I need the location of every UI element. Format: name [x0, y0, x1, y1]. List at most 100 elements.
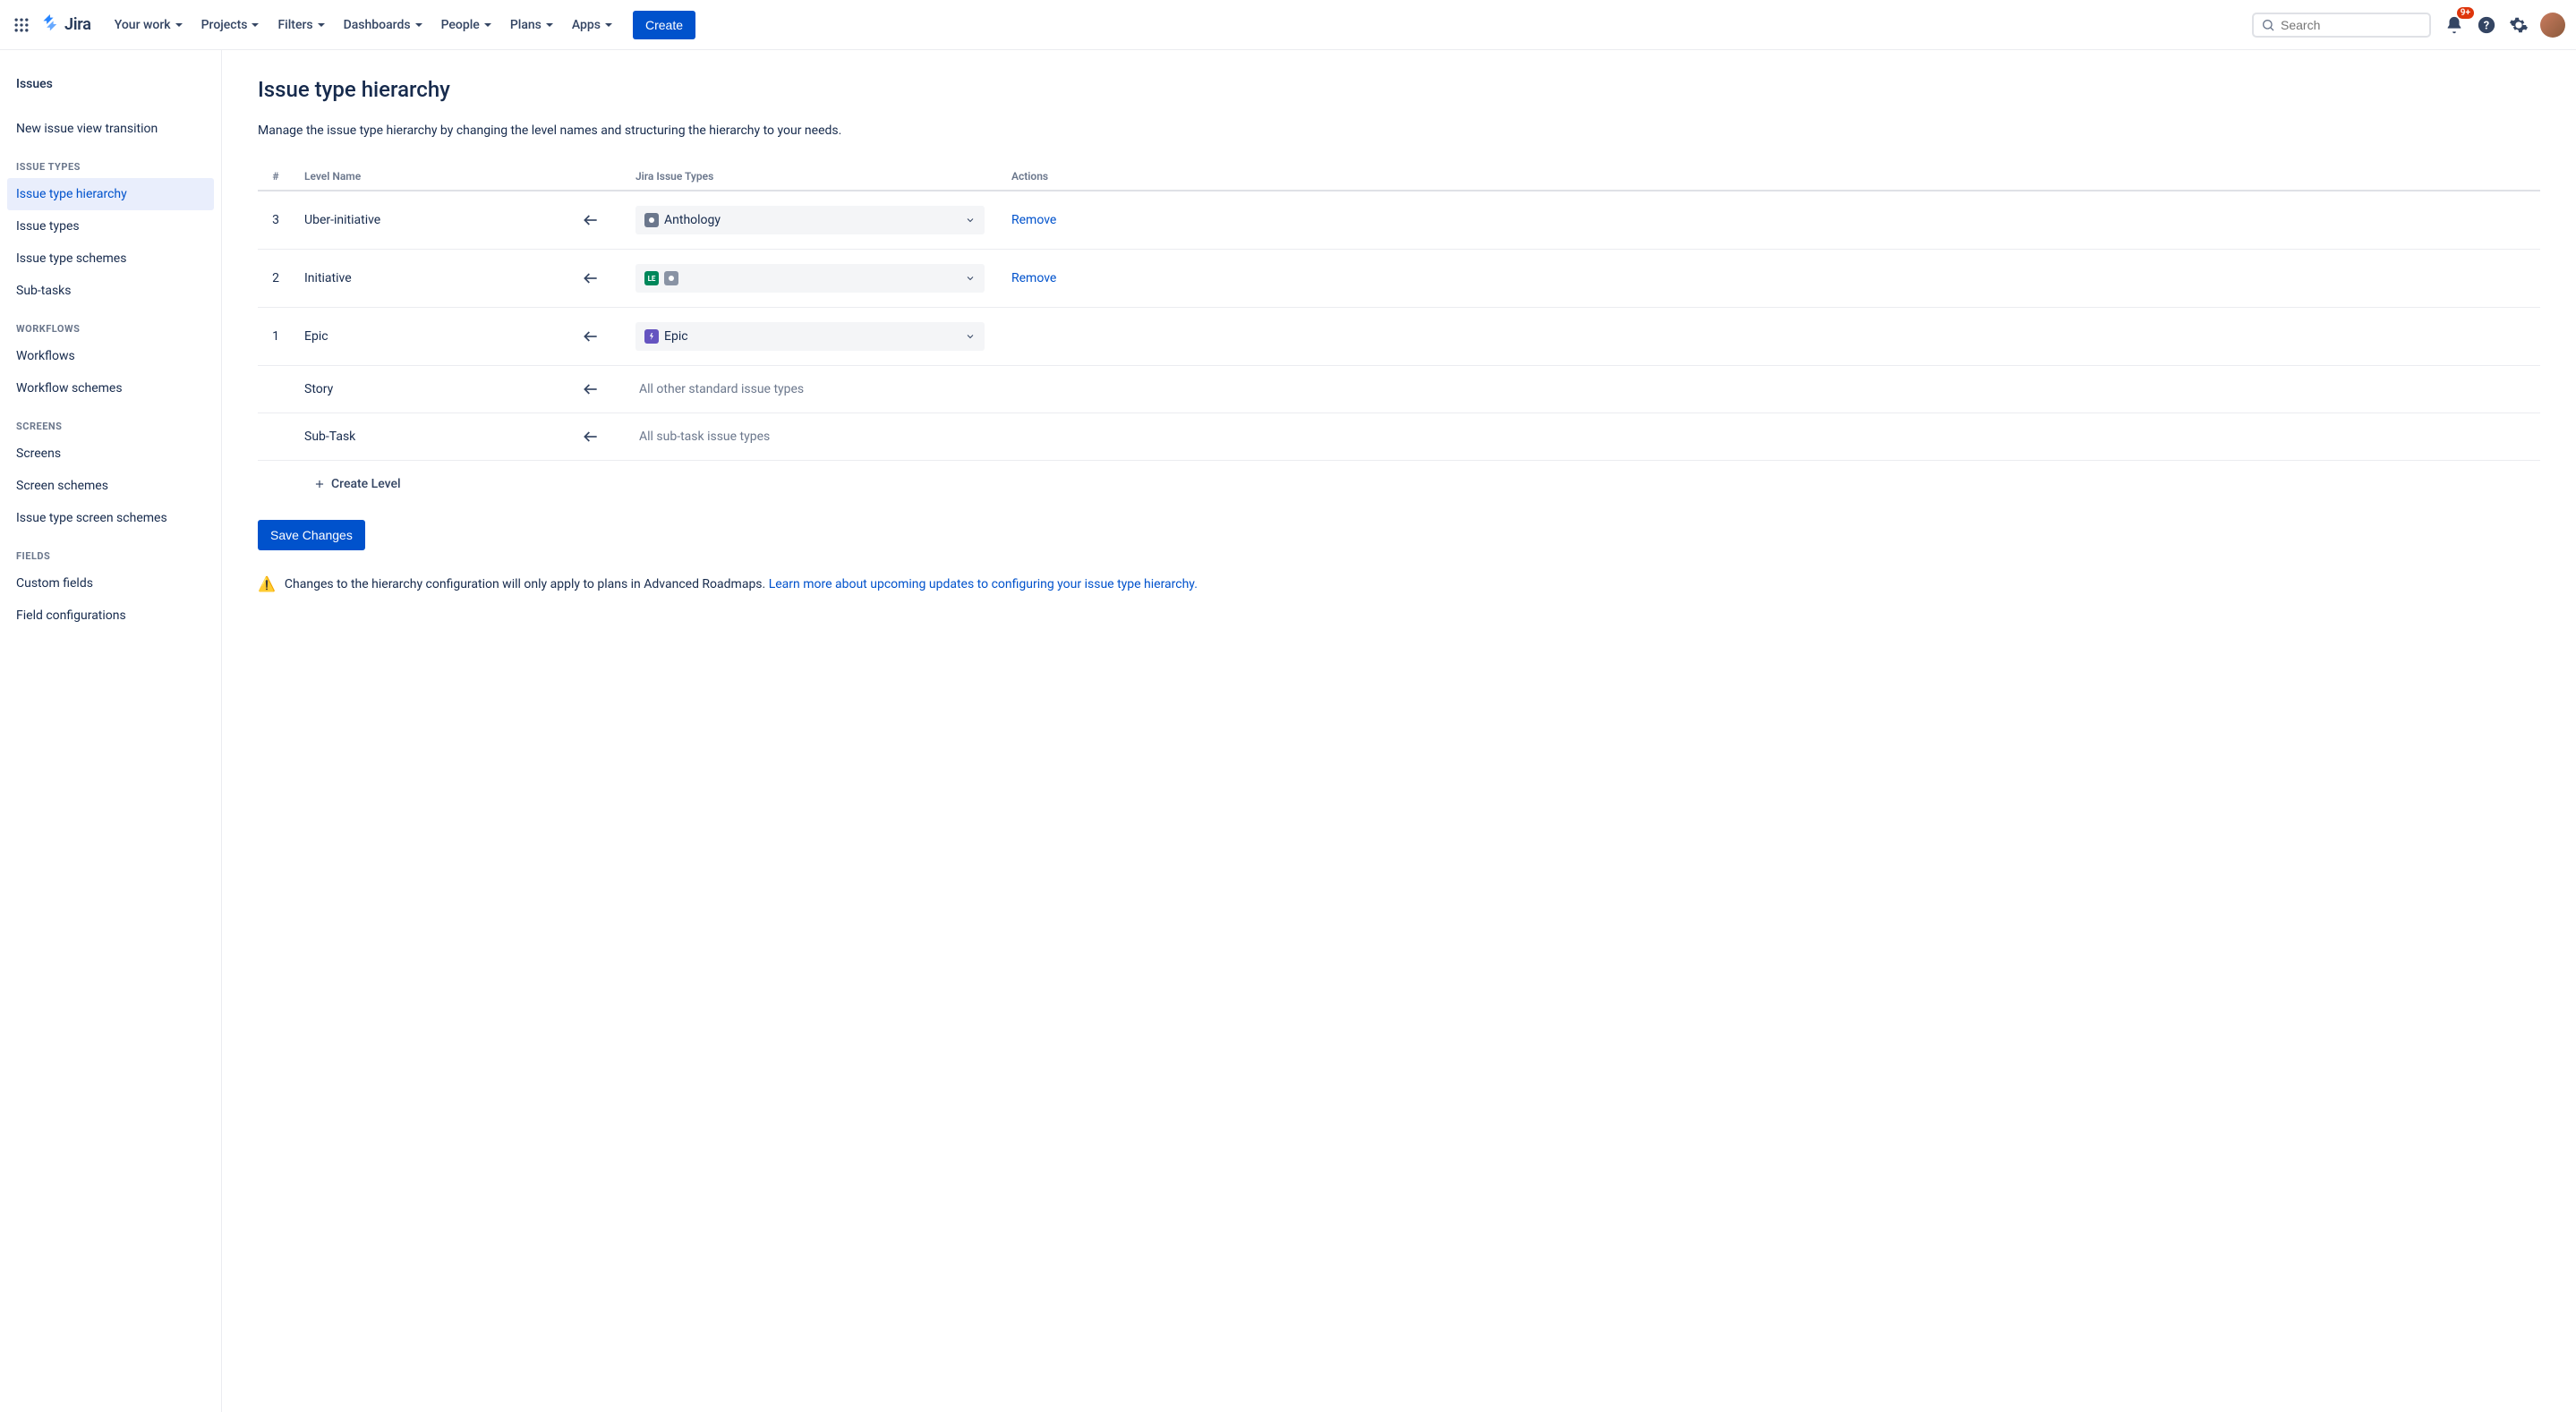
issue-type-icon [644, 329, 659, 344]
sidebar-issue-type-screen-schemes[interactable]: Issue type screen schemes [7, 502, 214, 534]
level-name: Epic [294, 308, 571, 366]
sidebar-new-issue-view[interactable]: New issue view transition [7, 113, 214, 145]
sidebar-custom-fields[interactable]: Custom fields [7, 567, 214, 600]
sidebar-issue-type-hierarchy[interactable]: Issue type hierarchy [7, 178, 214, 210]
plus-icon [313, 478, 326, 490]
action-cell [1001, 308, 2540, 366]
issue-type-icon [644, 213, 659, 227]
chevron-down-icon [965, 215, 976, 225]
issue-type-select[interactable]: Anthology [635, 206, 985, 234]
sidebar-screens[interactable]: Screens [7, 438, 214, 470]
issue-type-cell: All other standard issue types [625, 366, 1001, 413]
sidebar-issue-type-schemes[interactable]: Issue type schemes [7, 242, 214, 275]
jira-logo[interactable]: Jira [39, 14, 91, 36]
level-number: 2 [258, 250, 294, 308]
level-number: 1 [258, 308, 294, 366]
table-row: 1EpicEpic [258, 308, 2540, 366]
table-row: 2Initiative LE Remove [258, 250, 2540, 308]
sidebar-field-configurations[interactable]: Field configurations [7, 600, 214, 632]
top-navigation: Jira Your work Projects Filters Dashboar… [0, 0, 2576, 50]
nav-apps[interactable]: Apps [565, 13, 620, 38]
sidebar-sub-tasks[interactable]: Sub-tasks [7, 275, 214, 307]
issue-type-cell: LE [625, 250, 1001, 308]
action-cell [1001, 413, 2540, 461]
product-name: Jira [64, 15, 91, 34]
issue-type-label: Epic [664, 329, 688, 344]
nav-dashboards[interactable]: Dashboards [337, 13, 431, 38]
chevron-down-icon [965, 331, 976, 342]
nav-filters[interactable]: Filters [270, 13, 332, 38]
nav-your-work[interactable]: Your work [107, 13, 191, 38]
save-changes-button[interactable]: Save Changes [258, 520, 365, 550]
nav-people[interactable]: People [434, 13, 499, 38]
col-level-name: Level Name [294, 163, 571, 191]
search-input[interactable] [2281, 18, 2422, 32]
table-row: 3Uber-initiative Anthology Remove [258, 191, 2540, 250]
settings-icon[interactable] [2504, 11, 2533, 39]
nav-plans[interactable]: Plans [503, 13, 561, 38]
learn-more-link[interactable]: Learn more about upcoming updates to con… [769, 577, 1198, 591]
action-cell: Remove [1001, 191, 2540, 250]
arrow-cell [571, 250, 625, 308]
col-arrow [571, 163, 625, 191]
issue-type-select[interactable]: LE [635, 264, 985, 293]
sidebar-issue-types[interactable]: Issue types [7, 210, 214, 242]
arrow-cell [571, 413, 625, 461]
search-input-container[interactable] [2252, 13, 2431, 38]
notifications-icon[interactable]: 9+ [2440, 11, 2469, 39]
level-name: Uber-initiative [294, 191, 571, 250]
arrow-cell [571, 191, 625, 250]
issue-type-cell: All sub-task issue types [625, 413, 1001, 461]
remove-link[interactable]: Remove [1011, 271, 1056, 285]
arrow-left-icon [582, 380, 600, 398]
remove-link[interactable]: Remove [1011, 213, 1056, 227]
warning-icon: ⚠️ [258, 575, 276, 592]
level-name: Sub-Task [294, 413, 571, 461]
sidebar-workflow-schemes[interactable]: Workflow schemes [7, 372, 214, 404]
arrow-left-icon [582, 211, 600, 229]
svg-text:?: ? [2484, 19, 2489, 32]
arrow-left-icon [582, 428, 600, 446]
level-number [258, 413, 294, 461]
issue-type-icon [664, 271, 678, 285]
col-issue-types: Jira Issue Types [625, 163, 1001, 191]
sidebar-group-screens: SCREENS [7, 404, 214, 438]
table-row: Story All other standard issue types [258, 366, 2540, 413]
app-switcher-icon[interactable] [11, 14, 32, 36]
issue-type-static: All other standard issue types [635, 382, 804, 396]
main-content: Issue type hierarchy Manage the issue ty… [222, 50, 2576, 1412]
issue-type-cell: Anthology [625, 191, 1001, 250]
table-row: Sub-Task All sub-task issue types [258, 413, 2540, 461]
hierarchy-table: # Level Name Jira Issue Types Actions 3U… [258, 163, 2540, 461]
info-text: Changes to the hierarchy configuration w… [285, 577, 769, 591]
issue-type-cell: Epic [625, 308, 1001, 366]
level-name: Initiative [294, 250, 571, 308]
arrow-left-icon [582, 327, 600, 345]
col-actions: Actions [1001, 163, 2540, 191]
create-level-button[interactable]: Create Level [303, 461, 412, 507]
create-button[interactable]: Create [633, 11, 695, 39]
issue-type-label: Anthology [664, 213, 721, 227]
issue-type-static: All sub-task issue types [635, 430, 770, 444]
action-cell [1001, 366, 2540, 413]
sidebar-screen-schemes[interactable]: Screen schemes [7, 470, 214, 502]
sidebar-workflows[interactable]: Workflows [7, 340, 214, 372]
issue-type-icon: LE [644, 271, 659, 285]
sidebar-issues[interactable]: Issues [7, 68, 214, 100]
level-name: Story [294, 366, 571, 413]
chevron-down-icon [965, 273, 976, 284]
info-banner: ⚠️ Changes to the hierarchy configuratio… [258, 575, 2540, 592]
help-icon[interactable]: ? [2472, 11, 2501, 39]
arrow-cell [571, 308, 625, 366]
col-number: # [258, 163, 294, 191]
user-avatar[interactable] [2540, 13, 2565, 38]
sidebar-group-workflows: WORKFLOWS [7, 307, 214, 340]
issue-type-select[interactable]: Epic [635, 322, 985, 351]
action-cell: Remove [1001, 250, 2540, 308]
notification-badge: 9+ [2457, 7, 2474, 19]
arrow-left-icon [582, 269, 600, 287]
page-title: Issue type hierarchy [258, 77, 2540, 102]
level-number: 3 [258, 191, 294, 250]
nav-projects[interactable]: Projects [194, 13, 268, 38]
sidebar-group-issue-types: ISSUE TYPES [7, 145, 214, 178]
